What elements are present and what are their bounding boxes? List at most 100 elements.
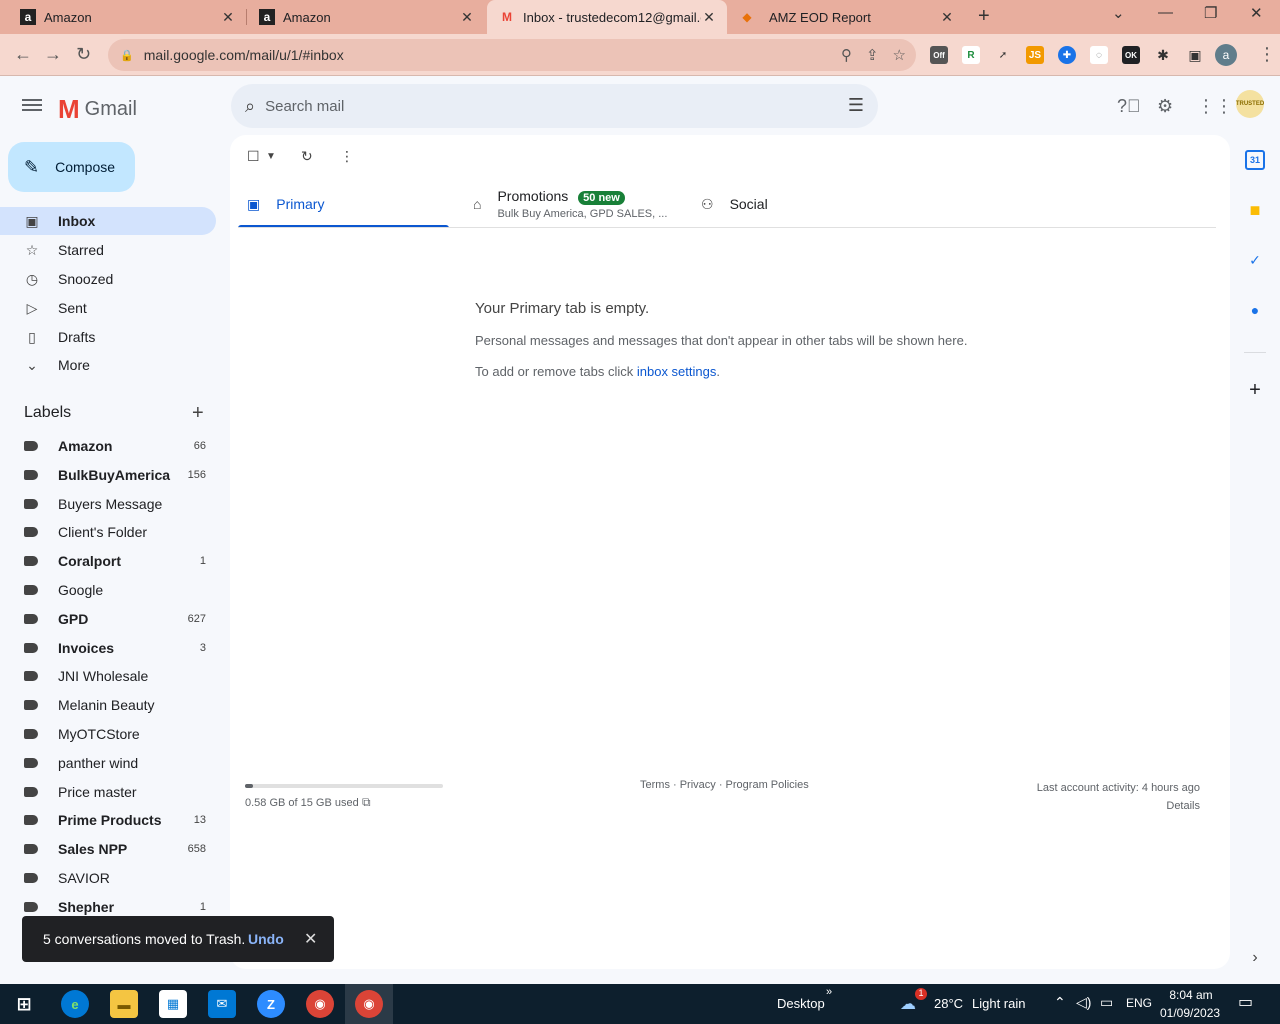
weather-temp[interactable]: 28°C — [934, 996, 963, 1011]
tab-search-icon[interactable]: ⌄ — [1112, 4, 1125, 22]
label-item[interactable]: Buyers Message — [24, 490, 216, 518]
select-checkbox[interactable]: ☐ — [247, 148, 260, 165]
account-avatar[interactable]: TRUSTED — [1236, 90, 1264, 118]
refresh-icon[interactable]: ↻ — [301, 148, 313, 165]
label-item[interactable]: JNI Wholesale — [24, 662, 216, 690]
add-label-icon[interactable]: + — [192, 402, 204, 425]
open-storage-icon[interactable]: ⧉ — [362, 795, 371, 810]
extension-arrow-icon[interactable]: ➚ — [994, 46, 1012, 64]
label-item[interactable]: Melanin Beauty — [24, 691, 216, 719]
chevron-right-icon[interactable]: » — [826, 986, 832, 998]
nav-inbox[interactable]: ▣ Inbox — [0, 207, 216, 235]
address-bar[interactable]: 🔒 mail.google.com/mail/u/1/#inbox ⚲ ⇪ ☆ — [108, 39, 916, 71]
tab-primary[interactable]: ▣ Primary — [247, 180, 447, 228]
select-dropdown-icon[interactable]: ▼ — [266, 151, 276, 162]
extension-doc-icon[interactable]: ◌ — [1090, 46, 1108, 64]
main-menu-icon[interactable] — [22, 96, 42, 116]
chrome-profile-m-icon[interactable]: ◉ — [306, 990, 334, 1018]
notifications-icon[interactable]: ▭ — [1238, 992, 1253, 1012]
extensions-puzzle-icon[interactable]: ✱ — [1154, 46, 1172, 64]
zoom-app-icon[interactable]: Z — [257, 990, 285, 1018]
contacts-icon[interactable]: ● — [1245, 300, 1265, 320]
lock-icon[interactable]: 🔒 — [120, 49, 134, 62]
label-item[interactable]: MyOTCStore — [24, 720, 216, 748]
gmail-logo[interactable]: M Gmail — [58, 94, 137, 125]
profile-avatar[interactable]: a — [1215, 44, 1237, 66]
edge-icon[interactable]: e — [61, 990, 89, 1018]
search-options-icon[interactable]: ☰ — [848, 95, 864, 116]
tab-social[interactable]: ⚇ Social — [701, 180, 841, 228]
tab-promotions[interactable]: ⌂ Promotions 50 new Bulk Buy America, GP… — [473, 180, 683, 228]
label-item[interactable]: Google — [24, 576, 216, 604]
browser-tab-gmail[interactable]: M Inbox - trustedecom12@gmail.co ✕ — [487, 0, 727, 34]
close-tab-icon[interactable]: ✕ — [701, 9, 717, 26]
label-item[interactable]: BulkBuyAmerica 156 — [24, 461, 216, 489]
windows-start-icon[interactable]: ⊞ — [10, 990, 38, 1018]
desktop-toolbar-label[interactable]: Desktop — [777, 996, 825, 1011]
weather-icon[interactable]: ☁ — [900, 994, 916, 1014]
label-item[interactable]: Prime Products 13 — [24, 806, 216, 834]
keep-icon[interactable]: ■ — [1245, 200, 1265, 220]
extension-ok-icon[interactable]: OK — [1122, 46, 1140, 64]
compose-button[interactable]: ✎ Compose — [8, 142, 135, 192]
store-icon[interactable]: ▦ — [159, 990, 187, 1018]
label-item[interactable]: SAVIOR — [24, 864, 216, 892]
nav-sent[interactable]: ▷ Sent — [0, 294, 216, 322]
label-item[interactable]: Invoices 3 — [24, 634, 216, 662]
nav-snoozed[interactable]: ◷ Snoozed — [0, 265, 216, 293]
footer-links[interactable]: Terms · Privacy · Program Policies — [640, 779, 809, 791]
activity-details-link[interactable]: Details — [1037, 797, 1200, 815]
close-snackbar-icon[interactable]: ✕ — [304, 929, 317, 949]
settings-gear-icon[interactable]: ⚙ — [1157, 96, 1173, 117]
browser-menu-icon[interactable]: ⋮ — [1258, 44, 1276, 65]
label-item[interactable]: Amazon 66 — [24, 432, 216, 460]
label-item[interactable]: Coralport 1 — [24, 547, 216, 575]
show-hidden-icons-icon[interactable]: ⌃ — [1054, 994, 1066, 1011]
nav-starred[interactable]: ☆ Starred — [0, 236, 216, 264]
clock-date[interactable]: 01/09/2023 — [1160, 1006, 1220, 1020]
browser-tab-amazon-1[interactable]: a Amazon ✕ — [0, 0, 246, 34]
forward-icon[interactable]: → — [44, 44, 62, 65]
weather-description[interactable]: Light rain — [972, 996, 1025, 1011]
expand-panel-icon[interactable]: › — [1245, 948, 1265, 968]
more-options-icon[interactable]: ⋮ — [340, 148, 354, 165]
extension-js-icon[interactable]: JS — [1026, 46, 1044, 64]
extension-circle-icon[interactable]: ✚ — [1058, 46, 1076, 64]
chrome-profile-a-icon[interactable]: ◉ — [355, 990, 383, 1018]
zoom-icon[interactable]: ⚲ — [841, 46, 852, 64]
mail-icon[interactable]: ✉ — [208, 990, 236, 1018]
network-icon[interactable]: ▭ — [1100, 994, 1113, 1011]
share-icon[interactable]: ⇪ — [866, 46, 879, 64]
reload-icon[interactable]: ↻ — [76, 44, 91, 65]
back-icon[interactable]: ← — [14, 44, 32, 65]
clock-time[interactable]: 8:04 am — [1163, 988, 1219, 1002]
side-panel-icon[interactable]: ▣ — [1186, 46, 1204, 64]
tasks-icon[interactable]: ✓ — [1245, 250, 1265, 270]
undo-button[interactable]: Undo — [248, 931, 284, 947]
apps-grid-icon[interactable]: ⋮⋮ — [1197, 96, 1233, 117]
close-tab-icon[interactable]: ✕ — [939, 9, 955, 26]
help-icon[interactable]: ?⃝ — [1117, 96, 1141, 117]
new-tab-button[interactable]: + — [978, 5, 990, 28]
label-item[interactable]: GPD 627 — [24, 605, 216, 633]
restore-icon[interactable]: ❐ — [1204, 4, 1217, 22]
minimize-icon[interactable]: — — [1158, 4, 1173, 21]
close-tab-icon[interactable]: ✕ — [220, 9, 236, 26]
extension-rs-icon[interactable]: R — [962, 46, 980, 64]
label-item[interactable]: Sales NPP 658 — [24, 835, 216, 863]
label-item[interactable]: Price master — [24, 778, 216, 806]
nav-drafts[interactable]: ▯ Drafts — [0, 323, 216, 351]
search-icon[interactable]: ⌕ — [245, 96, 255, 117]
bookmark-star-icon[interactable]: ☆ — [893, 46, 906, 64]
inbox-settings-link[interactable]: inbox settings — [637, 364, 717, 379]
browser-tab-amazon-2[interactable]: a Amazon ✕ — [247, 0, 485, 34]
label-item[interactable]: panther wind — [24, 749, 216, 777]
nav-more[interactable]: ⌄ More — [0, 351, 216, 379]
get-addons-icon[interactable]: + — [1245, 379, 1265, 401]
search-input[interactable]: ⌕ Search mail ☰ — [231, 84, 878, 128]
label-item[interactable]: Client's Folder — [24, 518, 216, 546]
browser-tab-amz-eod[interactable]: ◆ AMZ EOD Report ✕ — [727, 0, 965, 34]
file-explorer-icon[interactable]: ▬ — [110, 990, 138, 1018]
close-window-icon[interactable]: ✕ — [1250, 4, 1263, 22]
close-tab-icon[interactable]: ✕ — [459, 9, 475, 26]
